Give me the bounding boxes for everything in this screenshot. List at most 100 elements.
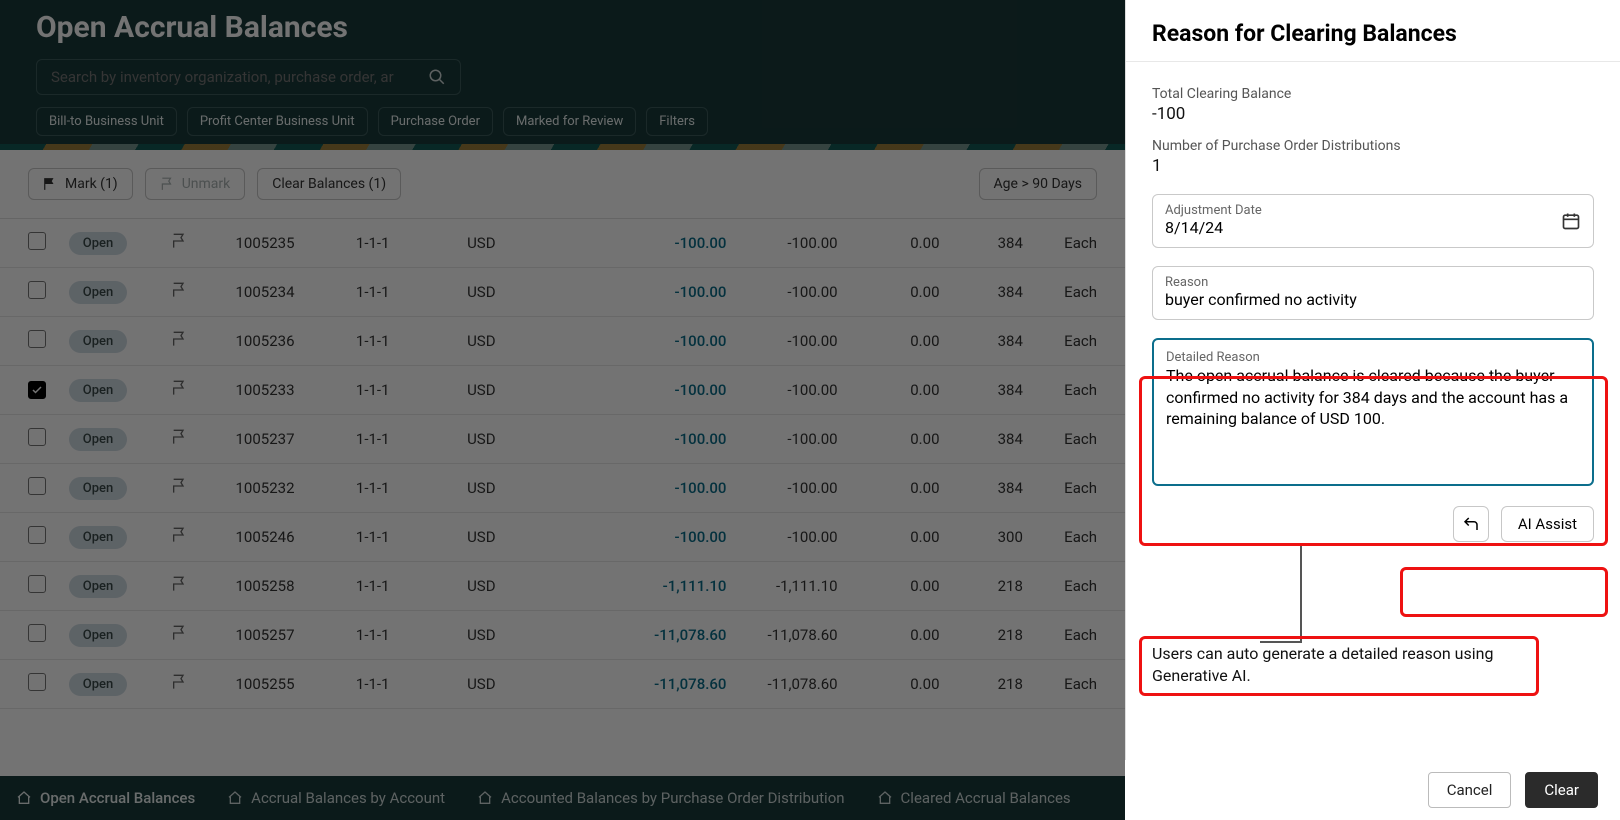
bottom-tab-label: Accrual Balances by Account [251,789,445,807]
cell-age: 384 [940,234,1023,252]
bottom-tab[interactable]: Open Accrual Balances [16,789,195,807]
cell-lines: 1-1-1 [356,577,467,595]
cell-zero: 0.00 [838,626,940,644]
detailed-reason-field[interactable]: Detailed Reason [1152,338,1594,486]
filter-chip[interactable]: Filters [646,107,708,136]
row-checkbox[interactable] [28,381,46,399]
flag-outline-icon[interactable] [171,429,187,445]
flag-outline-icon[interactable] [171,576,187,592]
page-title: Open Accrual Balances [36,10,1089,45]
cell-amount-2: -100.00 [726,528,837,546]
flag-outline-icon[interactable] [171,380,187,396]
row-checkbox[interactable] [28,477,46,495]
status-badge: Open [69,477,127,500]
unmark-button[interactable]: Unmark [145,168,246,200]
detailed-reason-input[interactable] [1166,365,1580,463]
bottom-tab[interactable]: Accounted Balances by Purchase Order Dis… [477,789,844,807]
table-row[interactable]: Open 1005232 1-1-1 USD -100.00 -100.00 0… [0,464,1125,513]
row-checkbox[interactable] [28,624,46,642]
cell-amount-2: -11,078.60 [726,626,837,644]
cell-amount-1: -11,078.60 [588,675,727,693]
search-input[interactable] [51,68,411,86]
cell-currency: USD [467,332,587,350]
table-row[interactable]: Open 1005258 1-1-1 USD -1,111.10 -1,111.… [0,562,1125,611]
clear-button[interactable]: Clear [1525,772,1598,808]
table-row[interactable]: Open 1005255 1-1-1 USD -11,078.60 -11,07… [0,660,1125,709]
cell-currency: USD [467,479,587,497]
row-checkbox[interactable] [28,281,46,299]
cell-unit: Each [1023,283,1097,301]
table-row[interactable]: Open 1005236 1-1-1 USD -100.00 -100.00 0… [0,317,1125,366]
reason-field[interactable]: Reason [1152,266,1594,320]
clear-balances-button[interactable]: Clear Balances (1) [257,168,401,200]
cell-amount-1: -100.00 [588,479,727,497]
row-checkbox[interactable] [28,330,46,348]
cell-unit: Each [1023,528,1097,546]
mark-label: Mark (1) [65,176,118,192]
cell-currency: USD [467,528,587,546]
cell-doc: 1005235 [236,234,356,252]
table-row[interactable]: Open 1005237 1-1-1 USD -100.00 -100.00 0… [0,415,1125,464]
ai-assist-button[interactable]: AI Assist [1501,506,1594,542]
detailed-reason-label: Detailed Reason [1166,350,1580,365]
table-row[interactable]: Open 1005257 1-1-1 USD -11,078.60 -11,07… [0,611,1125,660]
filter-chip[interactable]: Profit Center Business Unit [187,107,368,136]
flag-outline-icon[interactable] [171,674,187,690]
cell-currency: USD [467,381,587,399]
cell-unit: Each [1023,479,1097,497]
adjustment-date-field[interactable]: Adjustment Date [1152,194,1594,248]
cell-amount-2: -100.00 [726,430,837,448]
home-icon [227,790,243,806]
bottom-tab[interactable]: Accrual Balances by Account [227,789,445,807]
cell-doc: 1005232 [236,479,356,497]
cell-doc: 1005257 [236,626,356,644]
flag-outline-icon[interactable] [171,527,187,543]
cell-lines: 1-1-1 [356,332,467,350]
cell-zero: 0.00 [838,528,940,546]
flag-outline-icon[interactable] [171,233,187,249]
age-filter-label: Age > 90 Days [994,176,1082,192]
table-row[interactable]: Open 1005235 1-1-1 USD -100.00 -100.00 0… [0,219,1125,268]
cell-unit: Each [1023,332,1097,350]
row-checkbox[interactable] [28,232,46,250]
cell-amount-2: -100.00 [726,332,837,350]
age-filter-button[interactable]: Age > 90 Days [979,168,1097,200]
cell-lines: 1-1-1 [356,283,467,301]
adjustment-date-input[interactable] [1165,218,1581,237]
cell-age: 218 [940,577,1023,595]
flag-outline-icon[interactable] [171,478,187,494]
table-row[interactable]: Open 1005246 1-1-1 USD -100.00 -100.00 0… [0,513,1125,562]
flag-outline-icon[interactable] [171,625,187,641]
row-checkbox[interactable] [28,428,46,446]
row-checkbox[interactable] [28,673,46,691]
row-checkbox[interactable] [28,526,46,544]
reason-input[interactable] [1165,290,1581,309]
row-checkbox[interactable] [28,575,46,593]
cancel-button[interactable]: Cancel [1428,772,1512,808]
status-badge: Open [69,379,127,402]
cell-amount-1: -100.00 [588,332,727,350]
search-bar[interactable] [36,59,461,95]
table-row[interactable]: Open 1005234 1-1-1 USD -100.00 -100.00 0… [0,268,1125,317]
cell-age: 384 [940,283,1023,301]
undo-button[interactable] [1453,506,1489,542]
bottom-tab[interactable]: Cleared Accrual Balances [877,789,1071,807]
status-badge: Open [69,575,127,598]
search-icon [428,68,446,86]
calendar-icon[interactable] [1561,211,1581,231]
flag-outline-icon[interactable] [171,331,187,347]
filter-chip[interactable]: Bill-to Business Unit [36,107,177,136]
filter-chip[interactable]: Purchase Order [378,107,493,136]
cell-zero: 0.00 [838,234,940,252]
cell-doc: 1005255 [236,675,356,693]
flag-outline-icon [160,177,174,191]
bottom-tab-label: Open Accrual Balances [40,789,195,807]
home-icon [877,790,893,806]
cell-amount-2: -1,111.10 [726,577,837,595]
cell-doc: 1005236 [236,332,356,350]
filter-chip[interactable]: Marked for Review [503,107,636,136]
mark-button[interactable]: Mark (1) [28,168,133,200]
table-row[interactable]: Open 1005233 1-1-1 USD -100.00 -100.00 0… [0,366,1125,415]
flag-outline-icon[interactable] [171,282,187,298]
cell-amount-1: -100.00 [588,234,727,252]
